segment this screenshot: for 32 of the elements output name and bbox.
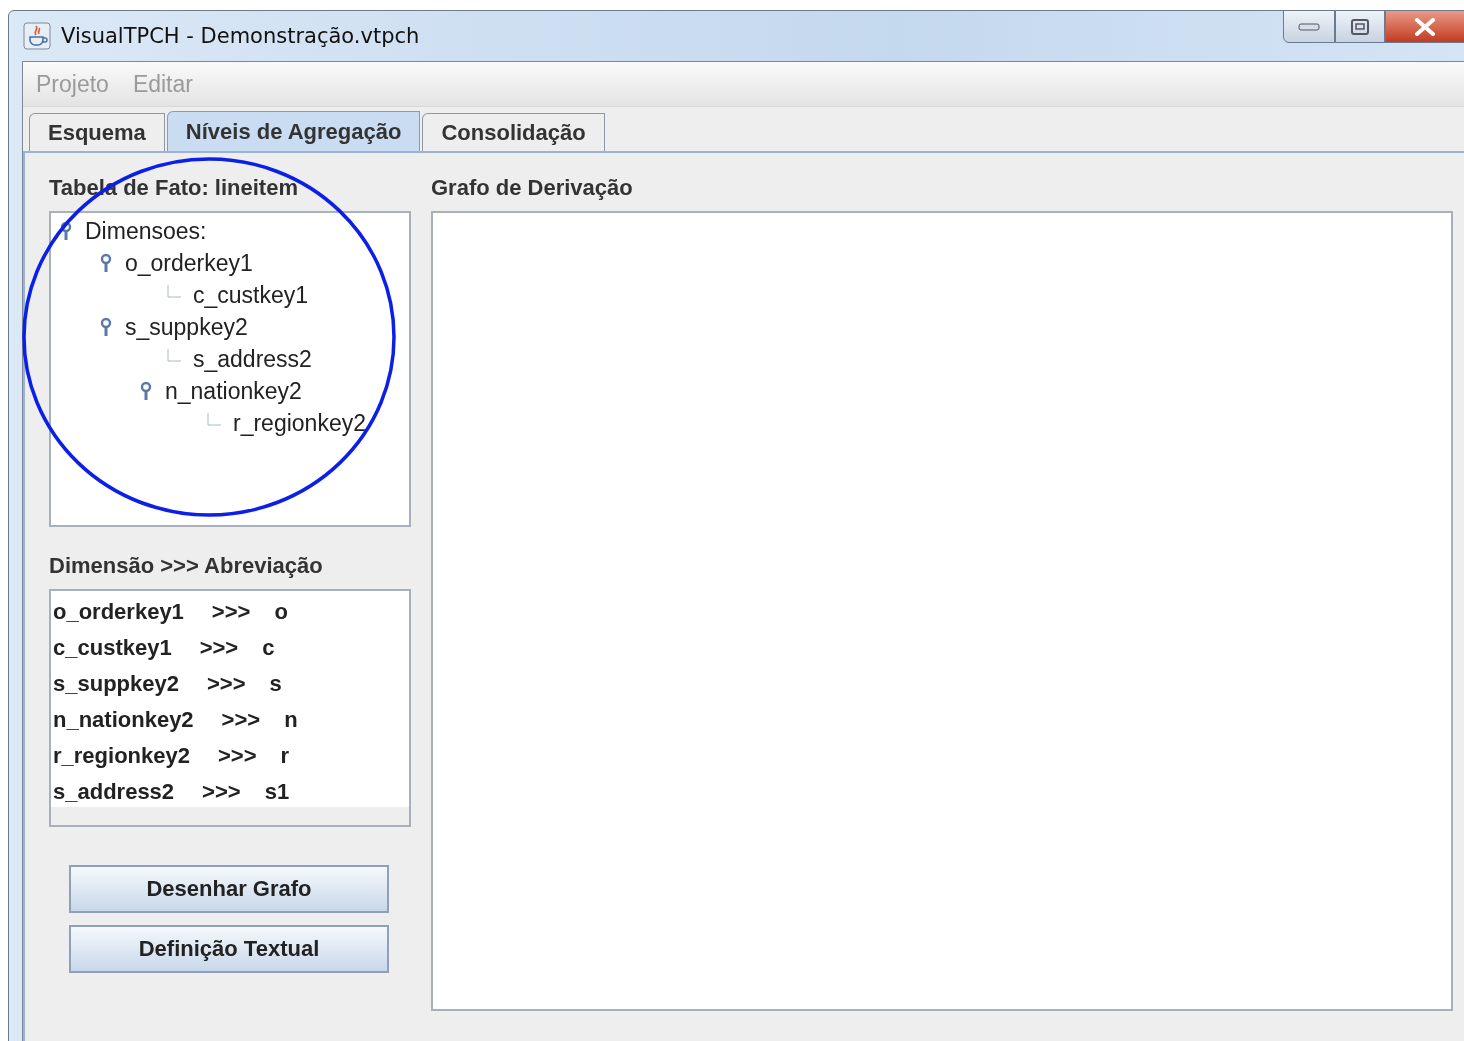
window-title: VisualTPCH - Demonstração.vtpch bbox=[61, 24, 420, 48]
list-item[interactable]: s_suppkey2 >>> s bbox=[51, 666, 282, 702]
expanded-handle-icon[interactable] bbox=[99, 253, 113, 273]
tab[interactable]: Consolidação bbox=[422, 113, 605, 151]
minimize-icon bbox=[1298, 21, 1320, 32]
action-button[interactable]: Desenhar Grafo bbox=[69, 865, 389, 913]
tree-item[interactable]: o_orderkey1 bbox=[125, 249, 253, 277]
section-label: Dimensão >>> Abreviação bbox=[49, 553, 324, 580]
coffee-cup-icon bbox=[23, 22, 51, 50]
tab[interactable]: Níveis de Agregação bbox=[166, 111, 421, 151]
expanded-handle-icon[interactable] bbox=[59, 221, 73, 241]
list-item[interactable]: r_regionkey2 >>> r bbox=[51, 738, 290, 774]
list-item[interactable]: c_custkey1 >>> c bbox=[51, 630, 275, 666]
list-item[interactable]: n_nationkey2 >>> n bbox=[51, 702, 298, 738]
section-label: Grafo de Derivação bbox=[431, 175, 634, 202]
close-button[interactable] bbox=[1385, 10, 1464, 43]
list-item[interactable]: o_orderkey1 >>> o bbox=[51, 594, 288, 630]
maximize-icon bbox=[1351, 18, 1369, 35]
list-item[interactable]: s_address2 >>> s1 bbox=[51, 774, 290, 810]
minimize-button[interactable] bbox=[1283, 10, 1335, 43]
close-icon bbox=[1414, 17, 1436, 36]
action-button[interactable]: Definição Textual bbox=[69, 925, 389, 973]
tab[interactable]: Esquema bbox=[29, 113, 165, 151]
expanded-handle-icon[interactable] bbox=[139, 381, 153, 401]
tree-item[interactable]: s_suppkey2 bbox=[125, 313, 248, 341]
tree-item[interactable]: c_custkey1 bbox=[193, 281, 309, 309]
expanded-handle-icon[interactable] bbox=[99, 317, 113, 337]
tree-item[interactable]: n_nationkey2 bbox=[165, 377, 302, 405]
tree-item[interactable]: r_regionkey2 bbox=[233, 409, 366, 437]
maximize-button[interactable] bbox=[1335, 10, 1385, 43]
tree-item[interactable]: Dimensoes: bbox=[85, 217, 207, 245]
tree-item[interactable]: s_address2 bbox=[193, 345, 312, 373]
